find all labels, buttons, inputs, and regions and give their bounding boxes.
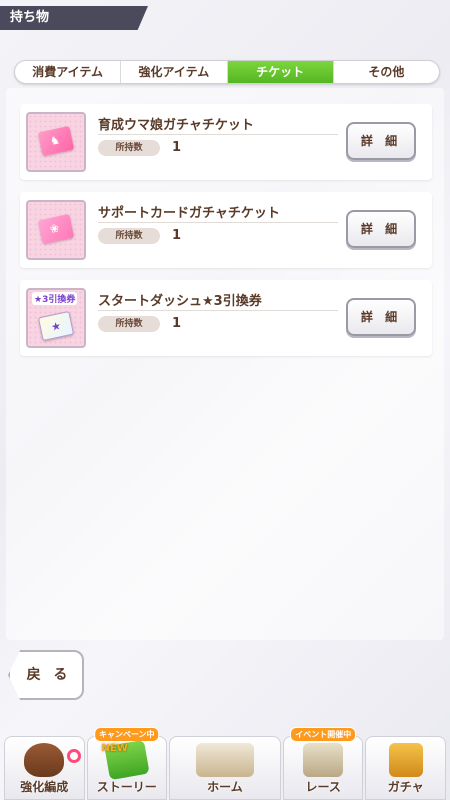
tab-enhancement-items[interactable]: 強化アイテム: [121, 61, 228, 83]
quantity-value: 1: [172, 228, 182, 243]
quantity-label: 所持数: [98, 316, 160, 332]
event-badge: イベント開催中: [290, 727, 357, 742]
quantity-value: 1: [172, 316, 182, 331]
detail-button[interactable]: 詳 細: [346, 122, 416, 160]
back-button[interactable]: 戻 る: [8, 650, 84, 700]
item-name: 育成ウマ娘ガチャチケット: [98, 118, 254, 133]
list-item: ♞ 育成ウマ娘ガチャチケット 所持数 1 詳 細: [20, 104, 432, 180]
nav-label: ストーリー: [96, 780, 157, 794]
category-tabs: 消費アイテム 強化アイテム チケット その他: [14, 60, 440, 84]
list-item: ❀ サポートカードガチャチケット 所持数 1 詳 細: [20, 192, 432, 268]
tab-consumables[interactable]: 消費アイテム: [15, 61, 122, 83]
start-dash-exchange-ticket-icon: ★3引換券 ★: [26, 288, 86, 348]
page-title: 持ち物: [0, 6, 148, 30]
ticket-icon-label: ★3引換券: [32, 292, 78, 305]
tab-other[interactable]: その他: [334, 61, 439, 83]
nav-story[interactable]: キャンペーン中 NEW ストーリー: [86, 727, 168, 800]
new-tag: NEW: [101, 743, 128, 754]
nav-gacha[interactable]: ガチャ: [365, 736, 446, 800]
quantity-label: 所持数: [98, 228, 160, 244]
uma-gacha-ticket-icon: ♞: [26, 112, 86, 172]
home-building-icon: [195, 743, 254, 777]
item-name: スタートダッシュ★3引換券: [98, 294, 262, 309]
list-item: ★3引換券 ★ スタートダッシュ★3引換券 所持数 1 詳 細: [20, 280, 432, 356]
tab-tickets[interactable]: チケット: [227, 61, 334, 83]
nav-label: ホーム: [207, 780, 243, 794]
quantity-label: 所持数: [98, 140, 160, 156]
alert-icon: [67, 749, 81, 763]
gacha-icon: [388, 743, 423, 777]
race-icon: [303, 743, 344, 777]
nav-enhance-formation[interactable]: 強化編成: [4, 736, 85, 800]
horse-girl-icon: [24, 743, 65, 777]
item-name: サポートカードガチャチケット: [98, 206, 280, 221]
divider: [98, 134, 338, 135]
nav-label: 強化編成: [20, 780, 69, 794]
campaign-badge: キャンペーン中: [93, 727, 160, 742]
support-gacha-ticket-icon: ❀: [26, 200, 86, 260]
bottom-nav: 強化編成 キャンペーン中 NEW ストーリー ホーム イベント開催中 レース ガ…: [0, 727, 450, 800]
detail-button[interactable]: 詳 細: [346, 210, 416, 248]
divider: [98, 222, 338, 223]
nav-home[interactable]: ホーム: [169, 736, 281, 800]
nav-label: ガチャ: [387, 780, 424, 794]
divider: [98, 310, 338, 311]
nav-race[interactable]: イベント開催中 レース: [282, 727, 364, 800]
detail-button[interactable]: 詳 細: [346, 298, 416, 336]
nav-label: レース: [305, 780, 341, 794]
quantity-value: 1: [172, 140, 182, 155]
